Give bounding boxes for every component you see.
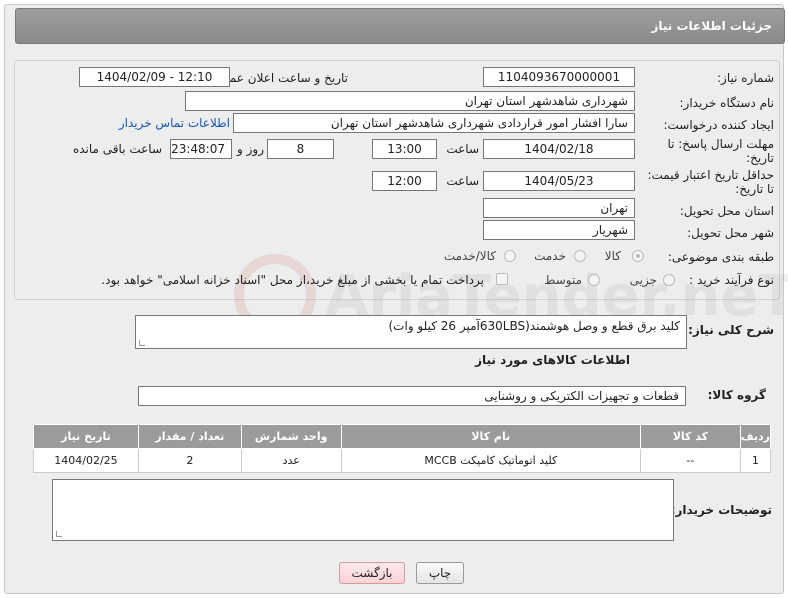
city-label: شهر محل تحویل: <box>687 226 774 240</box>
category-goods-label: کالا <box>604 249 621 263</box>
payment-note: پرداخت تمام یا بخشی از مبلغ خرید،از محل … <box>101 273 484 287</box>
col-name: نام کالا <box>340 424 641 449</box>
need-number-label: شماره نیاز: <box>717 71 774 85</box>
page-title: جزئیات اطلاعات نیاز <box>651 19 772 33</box>
process-label: نوع فرآیند خرید : <box>689 273 774 287</box>
category-goods-radio[interactable] <box>632 250 644 262</box>
process-medium-label: متوسط <box>544 273 582 287</box>
reply-time-field: 13:00 <box>372 139 437 159</box>
buyer-org-field: شهرداری شاهدشهر استان تهران <box>185 91 635 111</box>
col-qty: تعداد / مقدار <box>137 424 242 449</box>
table-row: 1 -- کلید اتوماتیک کامپکت MCCB عدد 2 140… <box>33 448 772 473</box>
goods-table-header: ردیف کد کالا نام کالا واحد شمارش تعداد /… <box>33 424 772 449</box>
creator-field: سارا افشار امور قراردادی شهرداری شاهدشهر… <box>233 113 635 133</box>
cell-code: -- <box>639 448 741 473</box>
cell-name: کلید اتوماتیک کامپکت MCCB <box>340 448 641 473</box>
reply-time-label: ساعت <box>446 142 479 156</box>
contact-info-link[interactable]: اطلاعات تماس خریدار <box>119 116 230 130</box>
reply-deadline-label: مهلت ارسال پاسخ: تا <box>667 137 774 151</box>
notes-resize-handle[interactable] <box>56 531 62 537</box>
buyer-notes-field <box>52 479 674 541</box>
description-label: شرح کلی نیاز: <box>688 323 774 337</box>
cell-qty: 2 <box>137 448 242 473</box>
buyer-org-label: نام دستگاه خریدار: <box>679 96 775 110</box>
goods-group-field: قطعات و تجهیزات الکتریکی و روشنایی <box>138 386 686 406</box>
creator-label: ایجاد کننده درخواست: <box>663 118 774 132</box>
goods-group-label: گروه کالا: <box>707 388 766 402</box>
category-service-label: خدمت <box>534 249 566 263</box>
price-validity-label: حداقل تاریخ اعتبار قیمت: <box>647 168 774 182</box>
col-row: ردیف <box>739 424 772 449</box>
treasury-payment-checkbox[interactable] <box>496 273 508 285</box>
goods-table: ردیف کد کالا نام کالا واحد شمارش تعداد /… <box>33 424 772 473</box>
cell-date: 1404/02/25 <box>33 448 139 473</box>
back-button[interactable]: بازگشت <box>339 562 405 584</box>
price-validity-label-2: تا تاریخ: <box>735 182 774 196</box>
print-button[interactable]: چاپ <box>416 562 464 584</box>
description-field: کلید برق قطع و وصل هوشمند(630LBSآمپر 26 … <box>135 315 687 349</box>
col-code: کد کالا <box>639 424 741 449</box>
category-both-label: کالا/خدمت <box>443 249 496 263</box>
reply-date-field: 1404/02/18 <box>483 139 635 159</box>
category-label: طبقه بندی موضوعی: <box>667 250 774 264</box>
goods-section-title: اطلاعات کالاهای مورد نیاز <box>475 353 630 367</box>
reply-deadline-label-2: تاریخ: <box>746 151 774 165</box>
remaining-label: ساعت باقی مانده <box>72 142 162 156</box>
category-both-radio[interactable] <box>504 250 516 262</box>
col-unit: واحد شمارش <box>240 424 342 449</box>
price-time-field: 12:00 <box>372 171 437 191</box>
days-field: 8 <box>267 139 334 159</box>
page-header: جزئیات اطلاعات نیاز <box>15 8 785 44</box>
need-number-field: 1104093670000001 <box>483 67 635 87</box>
buyer-notes-label: توضیحات خریدار: <box>670 503 772 517</box>
process-minor-radio[interactable] <box>663 274 675 286</box>
process-medium-radio[interactable] <box>588 274 600 286</box>
cell-row: 1 <box>739 448 772 473</box>
city-field: شهریار <box>483 220 635 240</box>
description-resize-handle[interactable] <box>139 340 145 346</box>
process-minor-label: جزیی <box>629 273 657 287</box>
category-service-radio[interactable] <box>574 250 586 262</box>
announce-field: 1404/02/09 - 12:10 <box>79 67 230 87</box>
col-date: تاریخ نیاز <box>33 424 139 449</box>
province-field: تهران <box>483 198 635 218</box>
price-date-field: 1404/05/23 <box>483 171 635 191</box>
province-label: استان محل تحویل: <box>679 204 774 218</box>
cell-unit: عدد <box>240 448 342 473</box>
days-label: روز و <box>237 142 264 156</box>
price-time-label: ساعت <box>446 174 479 188</box>
remaining-time-field: 23:48:07 <box>170 139 232 159</box>
